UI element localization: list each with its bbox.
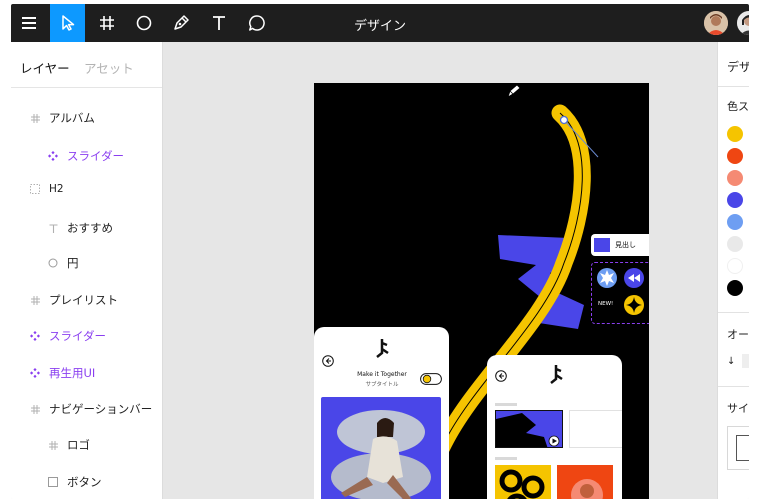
layer-item-playlist[interactable]: プレイリスト	[29, 292, 118, 308]
album-thumb-art	[571, 479, 603, 499]
album-photo	[331, 410, 431, 499]
placeholder-bar	[495, 403, 517, 406]
tab-assets[interactable]: アセット	[84, 58, 134, 77]
color-swatch-light-gray[interactable]	[727, 236, 743, 252]
arrow-down-icon[interactable]: ↓	[727, 356, 735, 367]
component-variants	[597, 268, 644, 315]
new-badge: NEW!	[598, 301, 614, 307]
layer-item-slider-2[interactable]: スライダー	[29, 328, 106, 344]
avatar[interactable]	[704, 11, 728, 35]
value-field[interactable]	[742, 354, 749, 368]
card-title: Make it Together	[357, 371, 407, 378]
color-swatch-light-blue[interactable]	[727, 214, 743, 230]
layer-label: 円	[67, 256, 79, 270]
component-icon	[29, 367, 41, 379]
color-swatch-salmon[interactable]	[727, 170, 743, 186]
app-frame: デザイン レイヤー アセット アルバム スライダー H2 おすすめ 円 プレイリ…	[0, 0, 760, 503]
canvas[interactable]: 見出し NEW! Make it Together サブタイトル	[163, 42, 717, 499]
layer-label: おすすめ	[67, 221, 113, 235]
size-label: サイ	[727, 402, 749, 415]
frame-icon	[29, 403, 41, 415]
layer-item-h2[interactable]: H2	[29, 183, 64, 195]
album-thumbnail[interactable]	[557, 465, 613, 499]
card-subtitle: サブタイトル	[365, 382, 399, 388]
video-art	[496, 413, 560, 447]
album-art	[321, 397, 441, 499]
rectangle-icon	[47, 476, 59, 488]
layer-item-navbar[interactable]: ナビゲーションバー	[29, 401, 152, 417]
layer-label: H2	[49, 183, 64, 195]
color-swatch-blue[interactable]	[727, 192, 743, 208]
placeholder-card	[569, 410, 622, 448]
placeholder-bar	[495, 457, 517, 460]
overflow-label: オー	[727, 328, 749, 341]
heading-chip[interactable]: 見出し	[591, 234, 649, 256]
layer-label: スライダー	[67, 149, 125, 163]
color-swatch-white[interactable]	[727, 258, 743, 274]
frame-icon	[29, 112, 41, 124]
back-arrow-icon[interactable]	[495, 370, 507, 382]
video-thumbnail[interactable]	[495, 410, 563, 448]
layer-item-album[interactable]: アルバム	[29, 110, 95, 126]
layer-label: アルバム	[49, 111, 95, 125]
size-preview-box[interactable]	[727, 426, 749, 470]
tab-design[interactable]: デザ	[727, 58, 749, 75]
logo-icon	[376, 339, 389, 358]
color-swatch-red[interactable]	[727, 148, 743, 164]
artboard[interactable]: 見出し NEW! Make it Together サブタイトル	[314, 83, 649, 499]
tab-layers[interactable]: レイヤー	[20, 58, 70, 77]
back-arrow-icon[interactable]	[322, 355, 334, 367]
component-icon	[29, 330, 41, 342]
layer-item-circle[interactable]: 円	[47, 255, 79, 271]
layer-label: ボタン	[67, 475, 102, 489]
pen-cursor-icon	[507, 84, 521, 98]
layer-item-logo[interactable]: ロゴ	[47, 437, 90, 453]
thumbnail-icon	[594, 238, 610, 252]
phone-card-left[interactable]: Make it Together サブタイトル	[314, 327, 449, 499]
toggle-switch[interactable]	[420, 373, 442, 385]
color-swatch-black[interactable]	[727, 280, 743, 296]
layer-item-playback-ui[interactable]: 再生用UI	[29, 365, 95, 381]
size-preview-inner	[736, 435, 749, 461]
layer-item-button[interactable]: ボタン	[47, 474, 102, 490]
component-set[interactable]: NEW!	[591, 262, 649, 324]
color-swatch-yellow[interactable]	[727, 126, 743, 142]
layer-item-slider[interactable]: スライダー	[47, 148, 124, 164]
phone-card-right[interactable]	[487, 355, 622, 499]
layer-item-recommended[interactable]: おすすめ	[47, 220, 113, 236]
divider	[718, 312, 749, 313]
divider	[718, 386, 749, 387]
divider	[718, 86, 749, 87]
layer-label: スライダー	[49, 329, 107, 343]
frame-icon	[29, 294, 41, 306]
toolbar: デザイン	[11, 4, 749, 42]
frame-icon	[47, 439, 59, 451]
layer-label: 再生用UI	[49, 366, 96, 380]
document-title: デザイン	[353, 19, 406, 34]
layers-panel: レイヤー アセット アルバム スライダー H2 おすすめ 円 プレイリスト スラ…	[11, 42, 163, 499]
figma-window: デザイン レイヤー アセット アルバム スライダー H2 おすすめ 円 プレイリ…	[11, 4, 749, 499]
logo-icon	[550, 365, 563, 384]
text-icon	[47, 222, 59, 234]
color-styles-label: 色ス	[727, 100, 749, 113]
album-thumb-art	[499, 469, 545, 499]
layer-label: プレイリスト	[49, 293, 118, 307]
heading-label: 見出し	[615, 241, 636, 249]
ellipse-icon	[47, 257, 59, 269]
layer-label: ロゴ	[67, 438, 90, 452]
dotted-frame-icon	[29, 183, 41, 195]
vector-point	[559, 115, 569, 125]
album-thumbnail[interactable]	[495, 465, 551, 499]
component-icon	[47, 150, 59, 162]
layer-label: ナビゲーションバー	[49, 402, 153, 416]
design-panel: デザ 色ス オー ↓ サイ	[717, 42, 749, 499]
panel-tabs: レイヤー アセット	[11, 42, 162, 88]
